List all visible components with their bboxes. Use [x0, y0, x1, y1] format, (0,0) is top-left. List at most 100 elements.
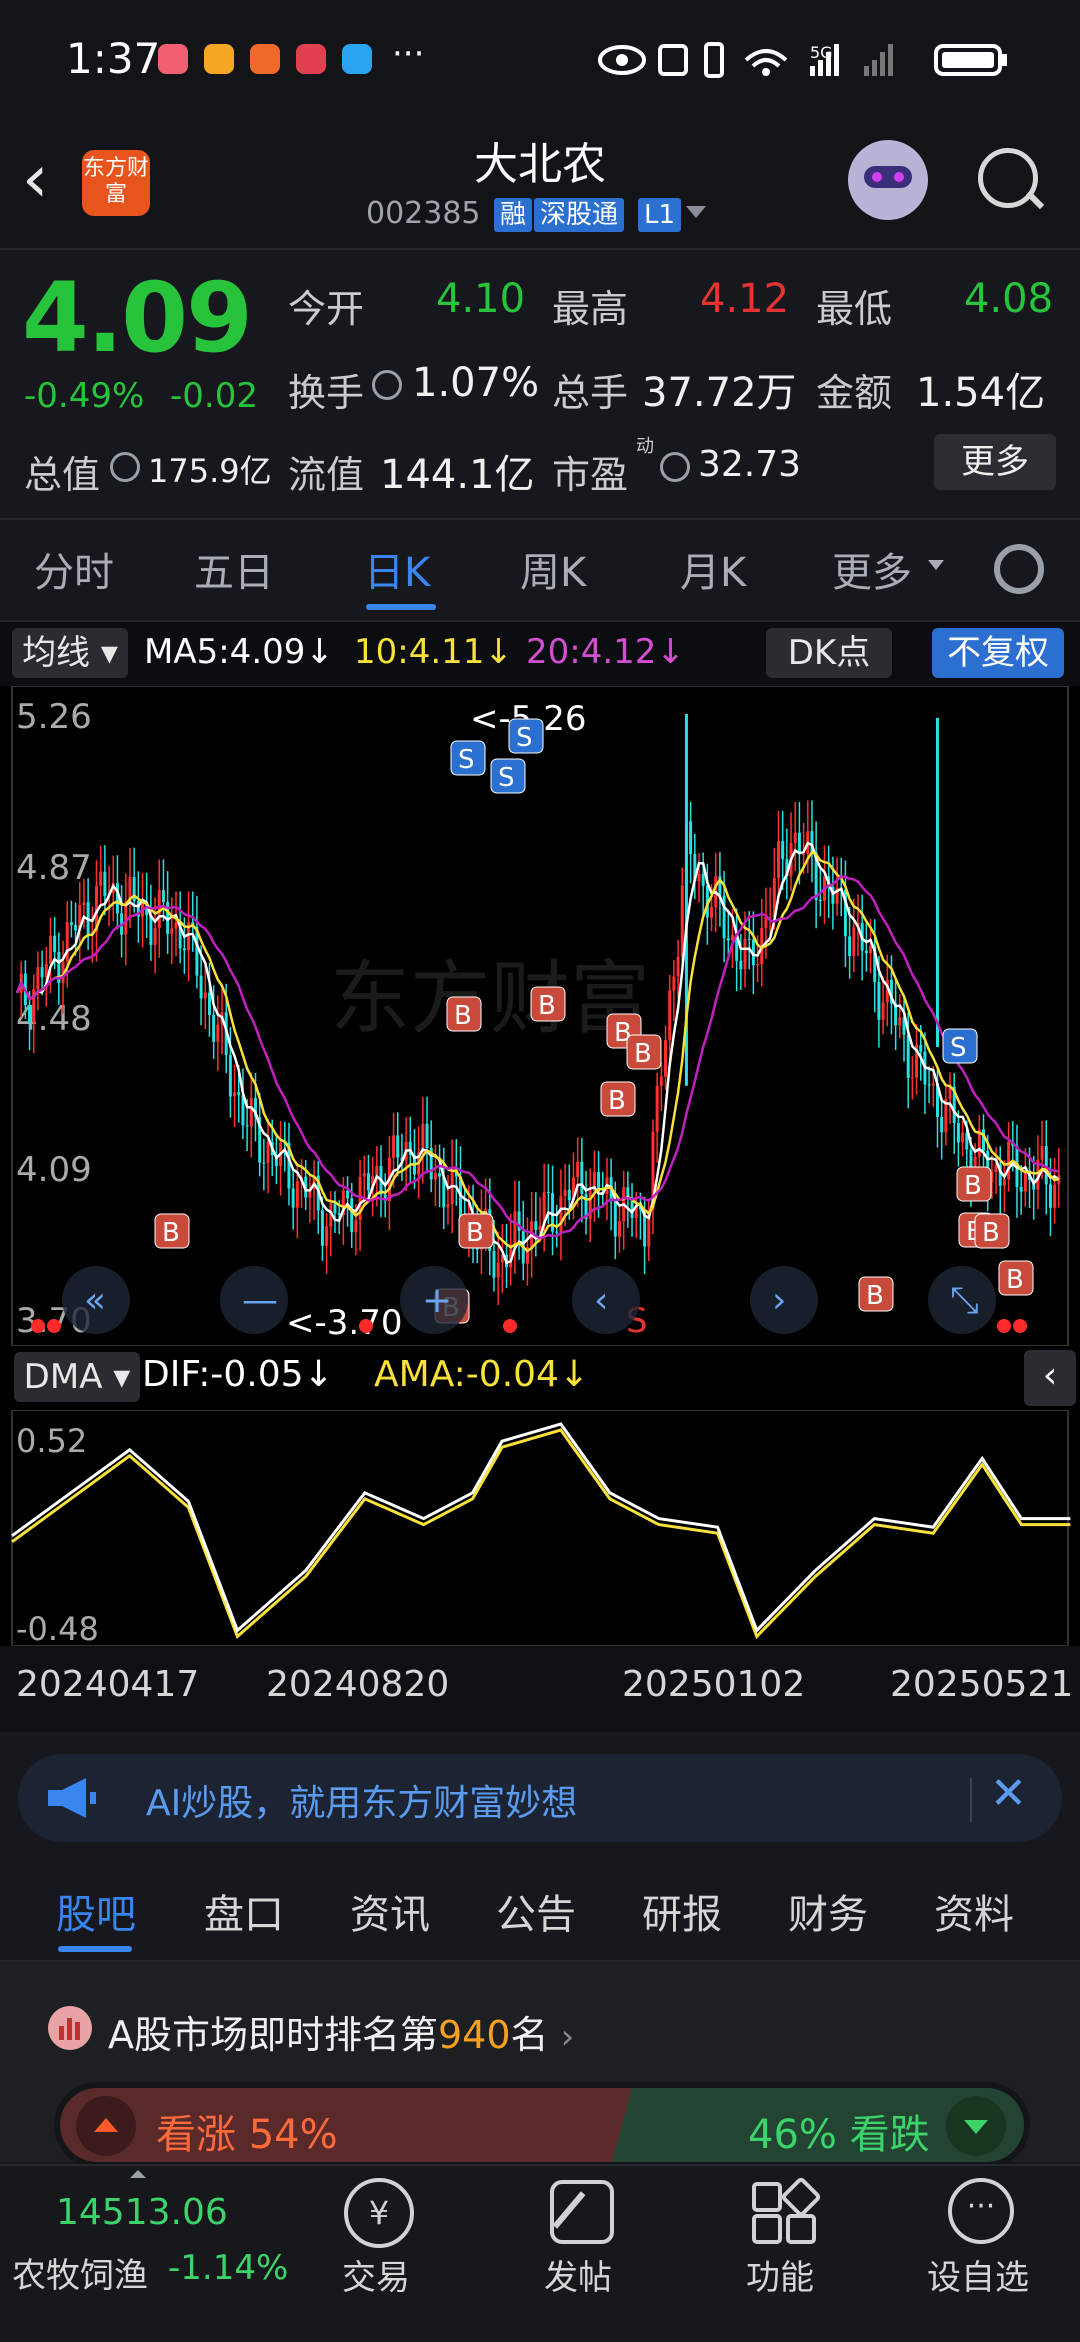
ma20-value: 20:4.12↓	[526, 632, 685, 672]
candle-body	[802, 853, 806, 855]
date-label: 20240820	[266, 1664, 450, 1705]
candle-body	[534, 1221, 538, 1230]
kline-chart[interactable]: 东方财富5.264.874.484.093.70<-5.26<-3.70SSSS…	[0, 686, 1080, 1346]
candle-body	[919, 1044, 923, 1052]
tab-weekly-k[interactable]: 周K	[520, 540, 586, 598]
ma-selector[interactable]: 均线 ▾	[12, 628, 128, 678]
back-button[interactable]: ‹	[22, 146, 48, 212]
candle-body	[262, 1162, 266, 1164]
buy-signal-label: B	[162, 1218, 180, 1248]
candle-body	[325, 1226, 329, 1246]
yen-trade-icon[interactable]: ¥	[344, 2178, 414, 2248]
dk-point-button[interactable]: DK点	[766, 628, 892, 678]
info-icon[interactable]	[110, 452, 140, 482]
candle-body	[1002, 1179, 1006, 1186]
vibrate-icon	[704, 42, 724, 78]
weibo-icon	[204, 44, 234, 74]
nav-trade[interactable]: 交易	[296, 2250, 456, 2299]
info-icon[interactable]	[372, 370, 402, 400]
vote-up-button[interactable]	[76, 2096, 136, 2156]
app-logo[interactable]: 东方财富	[82, 150, 150, 216]
huawei-icon	[296, 44, 326, 74]
more-quote-button[interactable]: 更多	[934, 434, 1056, 490]
amount-value: 1.54亿	[916, 370, 1046, 416]
candle-body	[216, 1024, 220, 1042]
candle-body	[710, 907, 714, 918]
tab-daily-k[interactable]: 日K	[364, 540, 430, 598]
min-price-label: <-3.70	[286, 1303, 402, 1343]
candle-body	[207, 992, 211, 1015]
high-value: 4.12	[700, 276, 790, 322]
tab-profile[interactable]: 资料	[934, 1882, 1014, 1940]
nav-function[interactable]: 功能	[700, 2250, 860, 2299]
rank-number: 940	[438, 2013, 511, 2057]
collapse-panel-button[interactable]: ‹	[1024, 1350, 1076, 1406]
tab-news[interactable]: 资讯	[350, 1882, 430, 1940]
vote-down-button[interactable]	[946, 2096, 1006, 2156]
dma-frame	[11, 1410, 1069, 1647]
buy-signal-label: B	[608, 1086, 626, 1116]
logo-text: 东方财富	[82, 156, 149, 207]
candle-body	[1048, 1184, 1052, 1208]
edit-post-icon[interactable]	[550, 2180, 614, 2244]
tab-guba[interactable]: 股吧	[56, 1882, 136, 1940]
bear-percent: 46%	[748, 2112, 837, 2158]
tag-margin: 融	[494, 198, 533, 232]
mcap-label: 总值	[24, 453, 101, 497]
bull-text: 看涨 54%	[156, 2102, 338, 2160]
date-label: 20250521	[890, 1664, 1074, 1705]
rank-text[interactable]: A股市场即时排名第940名 ›	[108, 2004, 574, 2059]
ma10-line	[15, 850, 1060, 1253]
megaphone-icon	[48, 1778, 96, 1818]
candle-body	[982, 1129, 986, 1151]
rank-suffix: 名	[510, 2013, 549, 2057]
search-icon[interactable]	[978, 148, 1038, 208]
info-icon[interactable]	[660, 452, 690, 482]
app-notification-icon	[250, 44, 280, 74]
tab-orderbook[interactable]: 盘口	[204, 1882, 284, 1940]
tab-intraday[interactable]: 分时	[34, 540, 114, 598]
buy-signal-label: B	[634, 1039, 652, 1069]
candle-body	[927, 1084, 931, 1086]
nav-watchlist[interactable]: 设自选	[898, 2250, 1058, 2299]
gear-icon[interactable]	[994, 544, 1044, 594]
rank-prefix: A股市场即时排名第	[108, 2013, 438, 2057]
watchlist-icon[interactable]: ···	[948, 2178, 1014, 2244]
signal-icon	[810, 66, 815, 76]
tag-connect: 深股通	[534, 198, 625, 232]
chevron-down-icon[interactable]	[686, 206, 706, 218]
tab-announcements[interactable]: 公告	[496, 1882, 576, 1940]
tab-monthly-k[interactable]: 月K	[680, 540, 746, 598]
signal-dot	[503, 1319, 517, 1333]
nav-post[interactable]: 发帖	[498, 2250, 658, 2299]
robot-assistant-icon[interactable]	[848, 140, 928, 220]
tab-five-day[interactable]: 五日	[194, 540, 274, 598]
close-icon[interactable]: ✕	[990, 1768, 1027, 1819]
candle-body	[433, 1173, 437, 1180]
candle-body	[350, 1198, 354, 1233]
sector-name[interactable]: 农牧饲渔	[12, 2248, 148, 2297]
function-grid-icon[interactable]	[752, 2182, 782, 2212]
signal-dot	[47, 1319, 61, 1333]
candle-body	[726, 938, 730, 941]
nfc-icon	[658, 44, 688, 76]
indicator-selector[interactable]: DMA ▾	[14, 1352, 140, 1402]
candle-body	[617, 1221, 621, 1237]
tab-financials[interactable]: 财务	[788, 1882, 868, 1940]
current-price: 4.09	[22, 262, 253, 374]
candle-body	[739, 960, 743, 970]
candle-body	[546, 1192, 550, 1194]
tab-research[interactable]: 研报	[642, 1882, 722, 1940]
candle-body	[182, 948, 186, 951]
candle-body	[36, 967, 40, 990]
candle-body	[567, 1189, 571, 1201]
sector-index-value[interactable]: 14513.06	[56, 2192, 228, 2233]
bull-percent: 54%	[248, 2112, 338, 2158]
chevron-up-icon[interactable]	[130, 2170, 146, 2178]
tab-more[interactable]: 更多	[832, 540, 912, 598]
candle-body	[961, 1132, 965, 1143]
dma-chart: 0.52 -0.48	[11, 1410, 1071, 1648]
candle-body	[655, 1085, 659, 1132]
price-adjust-button[interactable]: 不复权	[932, 628, 1064, 678]
amount-label: 金额	[816, 371, 893, 415]
